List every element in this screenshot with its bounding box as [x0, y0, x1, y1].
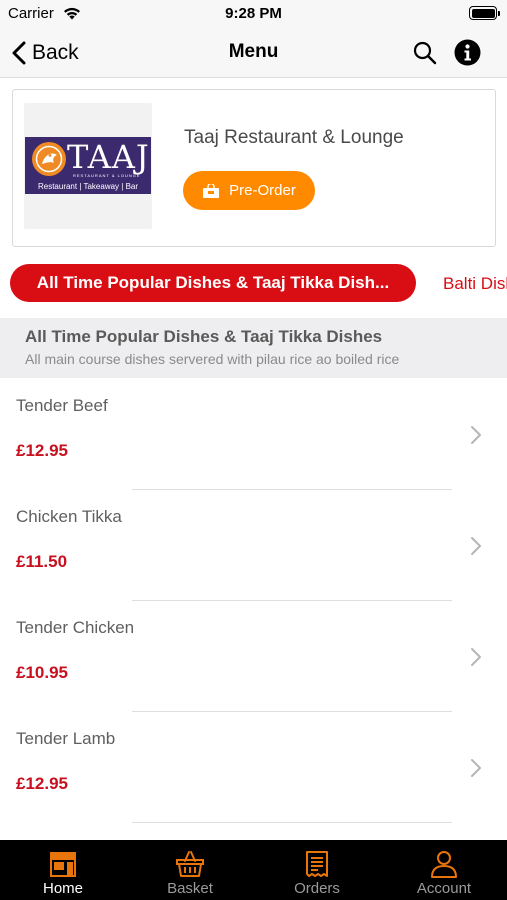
tab-account[interactable]: Account — [381, 840, 507, 900]
menu-item-tender-beef[interactable]: Tender Beef £12.95 — [0, 379, 507, 490]
restaurant-logo: TAAJ RESTAURANT & LOUNGE Restaurant | Ta… — [25, 137, 151, 194]
pre-order-label: Pre-Order — [229, 182, 296, 199]
category-tab-popular[interactable]: All Time Popular Dishes & Taaj Tikka Dis… — [10, 264, 416, 302]
item-price: £12.95 — [16, 774, 68, 793]
battery-icon — [469, 6, 500, 20]
tab-home[interactable]: Home — [0, 840, 126, 900]
menu-item-tender-chicken[interactable]: Tender Chicken £10.95 — [0, 601, 507, 712]
row-divider — [132, 822, 452, 823]
chevron-left-icon — [12, 41, 26, 65]
item-name: Tender Chicken — [16, 618, 135, 637]
tab-basket[interactable]: Basket — [127, 840, 253, 900]
logo-subtext: RESTAURANT & LOUNGE — [73, 173, 141, 178]
category-tab-balti[interactable]: Balti Dishes — [443, 274, 507, 294]
menu-item-tender-lamb[interactable]: Tender Lamb £12.95 — [0, 712, 507, 823]
status-bar: Carrier 9:28 PM — [0, 0, 507, 28]
restaurant-name: Taaj Restaurant & Lounge — [184, 127, 404, 148]
chevron-right-icon — [471, 537, 481, 555]
shopping-bag-icon — [203, 183, 220, 198]
chevron-right-icon — [471, 759, 481, 777]
category-tabs: All Time Popular Dishes & Taaj Tikka Dis… — [0, 261, 507, 305]
tab-label-orders: Orders — [294, 880, 340, 897]
pre-order-button[interactable]: Pre-Order — [183, 171, 315, 210]
tab-orders[interactable]: Orders — [254, 840, 380, 900]
bottom-tab-bar: Home Basket Orders Account — [0, 840, 507, 900]
shop-icon — [50, 852, 76, 877]
navigation-bar: Back Menu — [0, 28, 507, 78]
restaurant-logo-container: TAAJ RESTAURANT & LOUNGE Restaurant | Ta… — [24, 103, 152, 229]
receipt-icon — [306, 851, 328, 877]
tab-label-basket: Basket — [167, 880, 213, 897]
logo-strapline: Restaurant | Takeaway | Bar — [37, 182, 139, 191]
section-subtitle: All main course dishes servered with pil… — [25, 351, 400, 367]
chevron-right-icon — [471, 648, 481, 666]
restaurant-card: TAAJ RESTAURANT & LOUNGE Restaurant | Ta… — [12, 89, 496, 247]
item-price: £11.50 — [16, 552, 68, 571]
info-icon[interactable] — [454, 39, 481, 66]
back-label: Back — [32, 41, 79, 64]
chevron-right-icon — [471, 426, 481, 444]
basket-icon — [176, 851, 204, 877]
item-name: Chicken Tikka — [16, 507, 122, 526]
item-name: Tender Lamb — [16, 729, 116, 748]
section-title: All Time Popular Dishes & Taaj Tikka Dis… — [25, 327, 383, 346]
tab-label-home: Home — [42, 880, 83, 897]
back-button[interactable]: Back — [12, 38, 79, 68]
tab-label-account: Account — [416, 880, 472, 897]
user-icon — [431, 851, 457, 878]
menu-item-chicken-tikka[interactable]: Chicken Tikka £11.50 — [0, 490, 507, 601]
item-name: Tender Beef — [16, 396, 108, 415]
lion-emblem-icon — [32, 142, 66, 176]
item-price: £10.95 — [16, 663, 68, 682]
logo-brand-text: TAAJ — [67, 138, 150, 176]
status-time: 9:28 PM — [225, 5, 282, 22]
section-header: All Time Popular Dishes & Taaj Tikka Dis… — [0, 318, 507, 378]
search-icon[interactable] — [412, 40, 438, 66]
item-price: £12.95 — [16, 441, 68, 460]
